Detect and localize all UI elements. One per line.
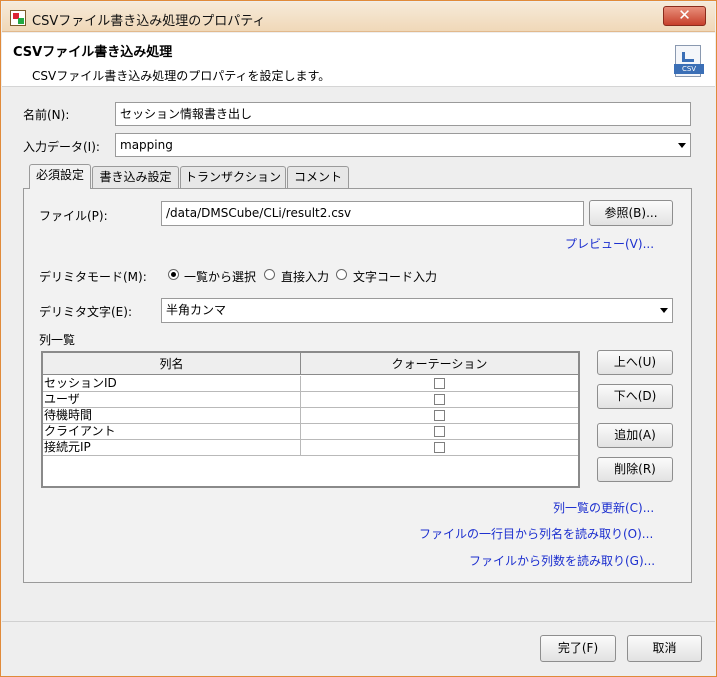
delete-button[interactable]: 削除(R) — [597, 457, 673, 482]
radio-select-from-list-label: 一覧から選択 — [184, 270, 257, 284]
read-column-names-link[interactable]: ファイルの一行目から列名を読み取り(O)... — [419, 525, 653, 542]
move-down-button[interactable]: 下へ(D) — [597, 384, 673, 409]
column-name-cell: 待機時間 — [43, 408, 301, 423]
quote-cell — [301, 424, 578, 439]
column-table[interactable]: 列名 クォーテーション セッションID ユーザ 待機時間 クライアント 接続元I… — [41, 351, 580, 488]
column-name-cell: ユーザ — [43, 392, 301, 407]
quote-cell — [301, 376, 578, 391]
app-icon — [10, 10, 26, 26]
radio-char-code-input[interactable] — [336, 269, 347, 280]
refresh-column-list-link[interactable]: 列一覧の更新(C)... — [553, 499, 654, 516]
chevron-down-icon — [660, 308, 668, 313]
quote-checkbox[interactable] — [434, 394, 445, 405]
read-column-count-link[interactable]: ファイルから列数を読み取り(G)... — [469, 552, 655, 569]
delimiter-mode-label: デリミタモード(M): — [39, 270, 147, 284]
table-row[interactable]: クライアント — [43, 424, 578, 440]
table-header: 列名 クォーテーション — [43, 353, 578, 375]
file-label: ファイル(P): — [39, 209, 108, 223]
footer-divider — [2, 621, 715, 622]
chevron-down-icon — [678, 143, 686, 148]
tab-transaction[interactable]: トランザクション — [180, 166, 286, 188]
delimiter-char-select[interactable]: 半角カンマ — [161, 298, 673, 323]
properties-dialog: CSVファイル書き込み処理のプロパティ ✕ CSVファイル書き込み処理 CSVフ… — [0, 0, 717, 677]
dialog-header: CSVファイル書き込み処理 CSVファイル書き込み処理のプロパティを設定します。… — [2, 33, 715, 87]
column-name-cell: クライアント — [43, 424, 301, 439]
tab-comment[interactable]: コメント — [287, 166, 349, 188]
radio-select-from-list[interactable] — [168, 269, 179, 280]
column-header-quote[interactable]: クォーテーション — [301, 353, 578, 375]
input-data-label: 入力データ(I): — [23, 140, 100, 154]
table-row[interactable]: ユーザ — [43, 392, 578, 408]
header-description: CSVファイル書き込み処理のプロパティを設定します。 — [32, 69, 331, 83]
column-list-label: 列一覧 — [39, 333, 76, 347]
quote-cell — [301, 408, 578, 423]
radio-direct-input-label: 直接入力 — [281, 270, 330, 284]
column-name-cell: セッションID — [43, 376, 301, 391]
name-label: 名前(N): — [23, 108, 70, 122]
quote-checkbox[interactable] — [434, 410, 445, 421]
window-title: CSVファイル書き込み処理のプロパティ — [32, 14, 266, 29]
quote-checkbox[interactable] — [434, 442, 445, 453]
quote-cell — [301, 440, 578, 455]
csv-arrow-icon — [682, 52, 694, 62]
column-header-name[interactable]: 列名 — [43, 353, 301, 375]
radio-char-code-input-label: 文字コード入力 — [353, 270, 438, 284]
preview-link[interactable]: プレビュー(V)... — [565, 235, 654, 252]
csv-badge: CSV — [674, 64, 704, 74]
table-row[interactable]: 待機時間 — [43, 408, 578, 424]
title-bar[interactable]: CSVファイル書き込み処理のプロパティ ✕ — [2, 2, 715, 32]
input-data-select[interactable]: mapping — [115, 133, 691, 157]
tab-required[interactable]: 必須設定 — [29, 164, 91, 189]
delimiter-char-label: デリミタ文字(E): — [39, 305, 132, 319]
add-button[interactable]: 追加(A) — [597, 423, 673, 448]
move-up-button[interactable]: 上へ(U) — [597, 350, 673, 375]
table-row[interactable]: セッションID — [43, 376, 578, 392]
close-button[interactable]: ✕ — [663, 6, 706, 26]
file-path-input[interactable]: /data/DMSCube/CLi/result2.csv — [161, 201, 584, 226]
quote-cell — [301, 392, 578, 407]
input-data-value: mapping — [120, 138, 173, 152]
header-title: CSVファイル書き込み処理 — [13, 45, 173, 60]
csv-file-icon: CSV — [674, 45, 704, 77]
table-row[interactable]: 接続元IP — [43, 440, 578, 456]
column-name-cell: 接続元IP — [43, 440, 301, 455]
delimiter-char-value: 半角カンマ — [166, 303, 227, 317]
radio-direct-input[interactable] — [264, 269, 275, 280]
quote-checkbox[interactable] — [434, 378, 445, 389]
cancel-button[interactable]: 取消 — [627, 635, 702, 662]
finish-button[interactable]: 完了(F) — [540, 635, 616, 662]
tab-write-settings[interactable]: 書き込み設定 — [92, 166, 179, 188]
name-input[interactable]: セッション情報書き出し — [115, 102, 691, 126]
close-icon: ✕ — [678, 6, 691, 24]
browse-button[interactable]: 参照(B)... — [589, 200, 673, 226]
quote-checkbox[interactable] — [434, 426, 445, 437]
